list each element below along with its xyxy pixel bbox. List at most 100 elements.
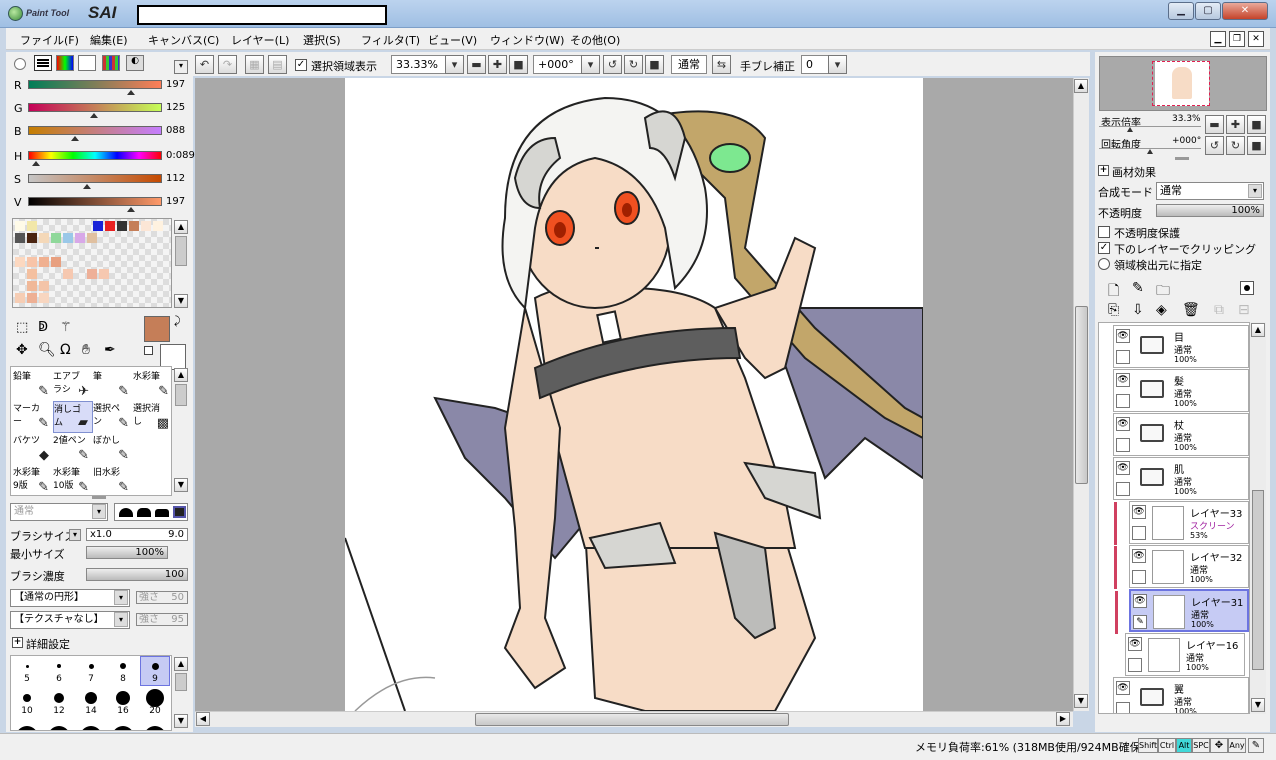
visibility-eye-icon[interactable]: 👁︎	[1116, 373, 1130, 387]
zoom-dropdown-icon[interactable]: ▾	[445, 55, 464, 74]
swatch-scroll-thumb[interactable]	[175, 236, 187, 266]
brush-preset-dot[interactable]	[57, 664, 61, 668]
scratchpad-mode-icon[interactable]: ◐	[126, 55, 144, 71]
brush-preset-dot[interactable]	[116, 691, 130, 705]
hsv-slider-mode-icon[interactable]	[56, 55, 74, 71]
visibility-eye-icon[interactable]: 👁︎	[1128, 637, 1142, 651]
detect-source-radio[interactable]	[1098, 258, 1110, 270]
visibility-eye-icon[interactable]: 👁︎	[1133, 594, 1147, 608]
shape-strength-bar[interactable]: 強さ 50	[136, 591, 188, 604]
tool-12[interactable]: 水彩筆 9版 ✎	[13, 465, 53, 497]
slider-h-knob[interactable]	[32, 161, 41, 166]
rotation-dropdown-icon[interactable]: ▾	[581, 55, 600, 74]
menu-window[interactable]: ウィンドウ(W)	[490, 32, 564, 48]
nav-zoom-knob[interactable]	[1127, 127, 1133, 132]
merge-visible-icon[interactable]: ⧉	[1214, 302, 1224, 318]
layer-lock-checkbox[interactable]: ✎	[1133, 615, 1147, 629]
rect-select-icon[interactable]: ⬚	[16, 320, 28, 335]
nav-zoom-in-button[interactable]: ✚	[1226, 115, 1245, 134]
clear-layer-icon[interactable]: ◈	[1156, 302, 1167, 318]
show-selection-checkbox[interactable]: ✓	[295, 59, 307, 71]
brush-size-bar[interactable]: x1.0 9.0	[86, 528, 188, 541]
color-wheel-mode-icon[interactable]	[14, 58, 26, 70]
new-folder-icon[interactable]: 🗀︎	[1156, 280, 1170, 304]
clipping-checkbox[interactable]: ✓	[1098, 242, 1110, 254]
preset-scroll-up[interactable]: ▲	[174, 657, 188, 671]
rotate-left-button[interactable]: ↺	[603, 55, 622, 74]
hand-icon[interactable]: ✋︎	[82, 342, 90, 358]
nav-rotate-left-button[interactable]: ↺	[1205, 136, 1224, 155]
layer-scroll-up[interactable]: ▲	[1251, 323, 1265, 337]
brush-preset-dot[interactable]	[54, 693, 64, 703]
nav-rotate-reset-button[interactable]: ■	[1247, 136, 1266, 155]
brush-preset-dot[interactable]	[48, 726, 70, 730]
texture-strength-bar[interactable]: 強さ 95	[136, 613, 188, 626]
close-button[interactable]: ✕	[1222, 2, 1268, 20]
canvas-paper[interactable]	[345, 78, 923, 711]
canvas-vertical-scrollbar[interactable]: ▲ ▼	[1073, 78, 1089, 711]
preset-scroll-down[interactable]: ▼	[174, 714, 188, 728]
layer-lock-checkbox[interactable]	[1116, 394, 1130, 408]
tool-scroll-up[interactable]: ▲	[174, 368, 188, 382]
tool-13[interactable]: 水彩筆 10版 ✎	[53, 465, 93, 497]
tool-0[interactable]: 鉛筆 ✎	[13, 369, 53, 401]
menu-file[interactable]: ファイル(F)	[20, 32, 79, 48]
tool-9[interactable]: 2値ペン ✎	[53, 433, 93, 465]
brush-preset-dot[interactable]	[144, 726, 166, 730]
nav-zoom-reset-button[interactable]: ■	[1247, 115, 1266, 134]
tool-1[interactable]: エアブラシ ✈	[53, 369, 93, 401]
swatch-scroll-down[interactable]: ▼	[174, 294, 188, 308]
move-icon[interactable]: ✥	[16, 342, 28, 358]
brush-size-dropdown-icon[interactable]: ▾	[69, 529, 81, 541]
preset-scroll-thumb[interactable]	[175, 673, 187, 691]
swatch-palette[interactable]	[12, 218, 172, 308]
layer-scroll-down[interactable]: ▼	[1251, 698, 1265, 712]
brush-preset-dot[interactable]	[23, 694, 31, 702]
swatch-mode-icon[interactable]	[102, 55, 120, 71]
reset-colors-icon[interactable]	[144, 346, 153, 355]
slider-h-bar[interactable]	[28, 151, 162, 160]
zoom-in-button[interactable]: ✚	[488, 55, 507, 74]
merge-down-icon[interactable]: ⇩	[1132, 302, 1144, 318]
brush-preset-dot[interactable]	[120, 663, 126, 669]
magic-wand-icon[interactable]: ⚚	[60, 320, 72, 335]
brush-preset-dot[interactable]	[88, 663, 94, 669]
slider-r-bar[interactable]	[28, 80, 162, 89]
new-vector-layer-icon[interactable]: ✎	[1132, 280, 1144, 296]
brush-shape-select[interactable]: 【通常の円形】	[10, 589, 130, 607]
layer-lock-checkbox[interactable]	[1116, 350, 1130, 364]
vscroll-down[interactable]: ▼	[1074, 694, 1088, 708]
tool-7[interactable]: 選択消し ▩	[133, 401, 173, 433]
layer-lock-checkbox[interactable]	[1132, 526, 1146, 540]
tool-3[interactable]: 水彩筆 ✎	[133, 369, 173, 401]
rotate-reset-button[interactable]: ■	[645, 55, 664, 74]
visibility-eye-icon[interactable]: 👁︎	[1116, 681, 1130, 695]
vscroll-thumb[interactable]	[1075, 306, 1088, 484]
hscroll-right[interactable]: ▶	[1056, 712, 1070, 726]
hscroll-left[interactable]: ◀	[196, 712, 210, 726]
slider-v-bar[interactable]	[28, 197, 162, 206]
layer-lock-checkbox[interactable]	[1132, 570, 1146, 584]
copy-to-layer-icon[interactable]: ⎘	[1108, 302, 1119, 318]
tool-14[interactable]: 旧水彩 ✎	[93, 465, 133, 497]
lasso-icon[interactable]: ↁ	[38, 320, 48, 335]
rotate-right-button[interactable]: ↻	[624, 55, 643, 74]
maximize-button[interactable]: ▢	[1195, 2, 1221, 20]
stabilizer-dropdown-icon[interactable]: ▾	[828, 55, 847, 74]
right-splitter-handle[interactable]	[1175, 157, 1189, 160]
protect-opacity-checkbox[interactable]	[1098, 226, 1110, 238]
advanced-expand-icon[interactable]: +	[12, 637, 23, 648]
hscroll-thumb[interactable]	[475, 713, 789, 726]
flip-button[interactable]: ⇆	[712, 55, 731, 74]
tool-2[interactable]: 筆 ✎	[93, 369, 133, 401]
swatch-scroll-up[interactable]: ▲	[174, 220, 188, 234]
layer-item[interactable]: 👁︎ 肌通常 100%	[1113, 457, 1249, 500]
canvas-horizontal-scrollbar[interactable]: ◀ ▶	[195, 711, 1073, 727]
tool-5[interactable]: 消しゴム ▰	[53, 401, 93, 433]
layer-item[interactable]: 👁︎ レイヤー32 通常 100%	[1114, 545, 1249, 589]
zoom-reset-button[interactable]: ■	[509, 55, 528, 74]
layer-item[interactable]: 👁︎ ✎ レイヤー31 通常 100%	[1115, 589, 1249, 634]
menu-filter[interactable]: フィルタ(T)	[361, 32, 420, 48]
layer-lock-checkbox[interactable]	[1116, 438, 1130, 452]
brush-preset-dot[interactable]	[112, 726, 134, 730]
